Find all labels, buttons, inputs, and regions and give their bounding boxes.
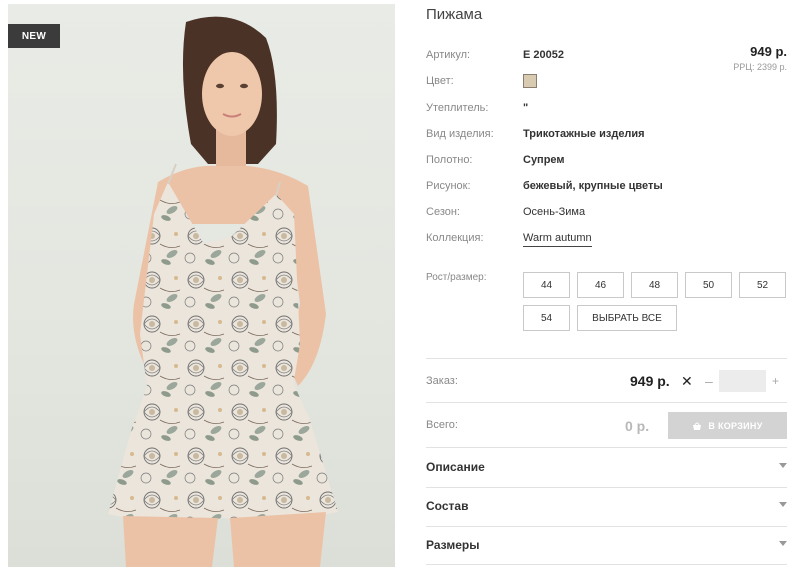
accordion-title: Описание bbox=[426, 460, 485, 474]
accordion-description[interactable]: Описание bbox=[426, 460, 787, 476]
attr-label: Сезон: bbox=[426, 206, 460, 218]
color-swatch[interactable] bbox=[523, 74, 537, 88]
divider bbox=[426, 447, 787, 448]
divider bbox=[426, 402, 787, 403]
attr-label: Цвет: bbox=[426, 75, 454, 87]
size-button-44[interactable]: 44 bbox=[523, 272, 570, 298]
attr-label: Рисунок: bbox=[426, 180, 471, 192]
product-price: 949 р. bbox=[750, 44, 787, 59]
size-button-50[interactable]: 50 bbox=[685, 272, 732, 298]
total-value: 0 р. bbox=[625, 418, 650, 434]
add-to-cart-button[interactable]: В КОРЗИНУ bbox=[668, 412, 787, 439]
attr-value: Трикотажные изделия bbox=[523, 128, 645, 140]
attr-label: Утеплитель: bbox=[426, 102, 489, 114]
order-label: Заказ: bbox=[426, 375, 458, 387]
chevron-down-icon bbox=[779, 541, 787, 546]
attr-value: Осень-Зима bbox=[523, 206, 586, 218]
attr-label: Полотно: bbox=[426, 154, 473, 166]
size-button-46[interactable]: 46 bbox=[577, 272, 624, 298]
chevron-down-icon bbox=[779, 463, 787, 468]
size-button-48[interactable]: 48 bbox=[631, 272, 678, 298]
product-photo[interactable]: NEW bbox=[8, 4, 395, 567]
divider bbox=[426, 358, 787, 359]
basket-icon bbox=[693, 422, 702, 430]
quantity-increase-button[interactable]: + bbox=[772, 374, 779, 388]
attr-label: Вид изделия: bbox=[426, 128, 494, 140]
accordion-composition[interactable]: Состав bbox=[426, 499, 787, 515]
multiply-icon: ✕ bbox=[681, 373, 693, 389]
recommended-price: РРЦ: 2399 р. bbox=[733, 62, 787, 72]
quantity-decrease-button[interactable]: – bbox=[705, 373, 713, 389]
attr-label: Коллекция: bbox=[426, 232, 484, 244]
size-label: Рост/размер: bbox=[426, 272, 487, 283]
divider bbox=[426, 564, 787, 565]
size-button-54[interactable]: 54 bbox=[523, 305, 570, 331]
product-title: Пижама bbox=[426, 6, 483, 23]
quantity-input[interactable] bbox=[719, 370, 766, 392]
attr-value: Супрем bbox=[523, 154, 565, 166]
attr-value: " bbox=[523, 102, 529, 114]
new-badge: NEW bbox=[8, 24, 60, 48]
accordion-title: Размеры bbox=[426, 538, 480, 552]
divider bbox=[426, 487, 787, 488]
divider bbox=[426, 526, 787, 527]
attr-label: Артикул: bbox=[426, 49, 471, 61]
attr-value: бежевый, крупные цветы bbox=[523, 180, 663, 192]
size-button-52[interactable]: 52 bbox=[739, 272, 786, 298]
add-to-cart-label: В КОРЗИНУ bbox=[708, 420, 763, 431]
attr-value: Е 20052 bbox=[523, 49, 564, 61]
accordion-sizes[interactable]: Размеры bbox=[426, 538, 787, 554]
chevron-down-icon bbox=[779, 502, 787, 507]
total-label: Всего: bbox=[426, 419, 458, 431]
collection-link[interactable]: Warm autumn bbox=[523, 231, 592, 247]
accordion-title: Состав bbox=[426, 499, 469, 513]
order-price: 949 р. bbox=[630, 373, 670, 389]
model-image bbox=[108, 16, 338, 567]
select-all-sizes-button[interactable]: ВЫБРАТЬ ВСЕ bbox=[577, 305, 677, 331]
